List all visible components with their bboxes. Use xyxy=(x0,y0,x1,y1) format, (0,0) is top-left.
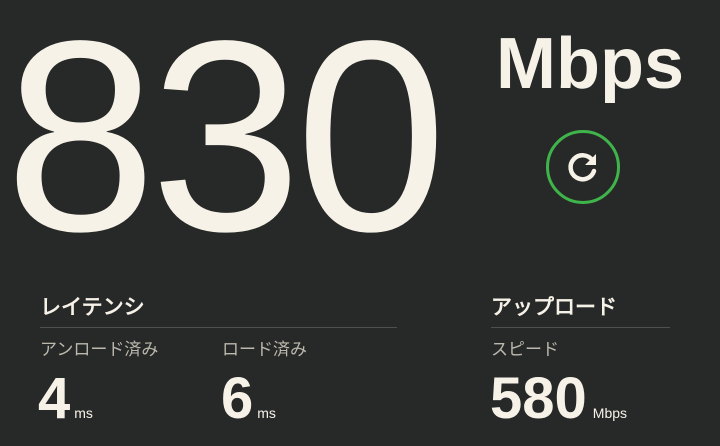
upload-title: アップロード xyxy=(491,296,617,319)
unloaded-latency-unit: ms xyxy=(74,405,93,421)
latency-divider xyxy=(40,327,397,328)
loaded-latency-label: ロード済み xyxy=(222,340,307,359)
download-speed-unit: Mbps xyxy=(496,24,684,104)
refresh-icon xyxy=(568,153,597,182)
refresh-button[interactable] xyxy=(546,130,620,204)
unloaded-latency-value: 4 xyxy=(38,366,71,431)
download-speed-value: 830 xyxy=(5,0,447,288)
loaded-latency-unit: ms xyxy=(257,405,276,421)
unloaded-latency-label: アンロード済み xyxy=(40,340,159,359)
upload-divider xyxy=(491,327,670,328)
loaded-latency-metric: 6 ms xyxy=(221,370,276,428)
upload-speed-value: 580 xyxy=(490,366,587,431)
upload-speed-unit: Mbps xyxy=(592,405,628,421)
upload-speed-label: スピード xyxy=(491,340,559,359)
upload-speed-metric: 580 Mbps xyxy=(490,370,627,428)
loaded-latency-value: 6 xyxy=(221,366,254,431)
latency-title: レイテンシ xyxy=(40,296,145,319)
unloaded-latency-metric: 4 ms xyxy=(38,370,93,428)
